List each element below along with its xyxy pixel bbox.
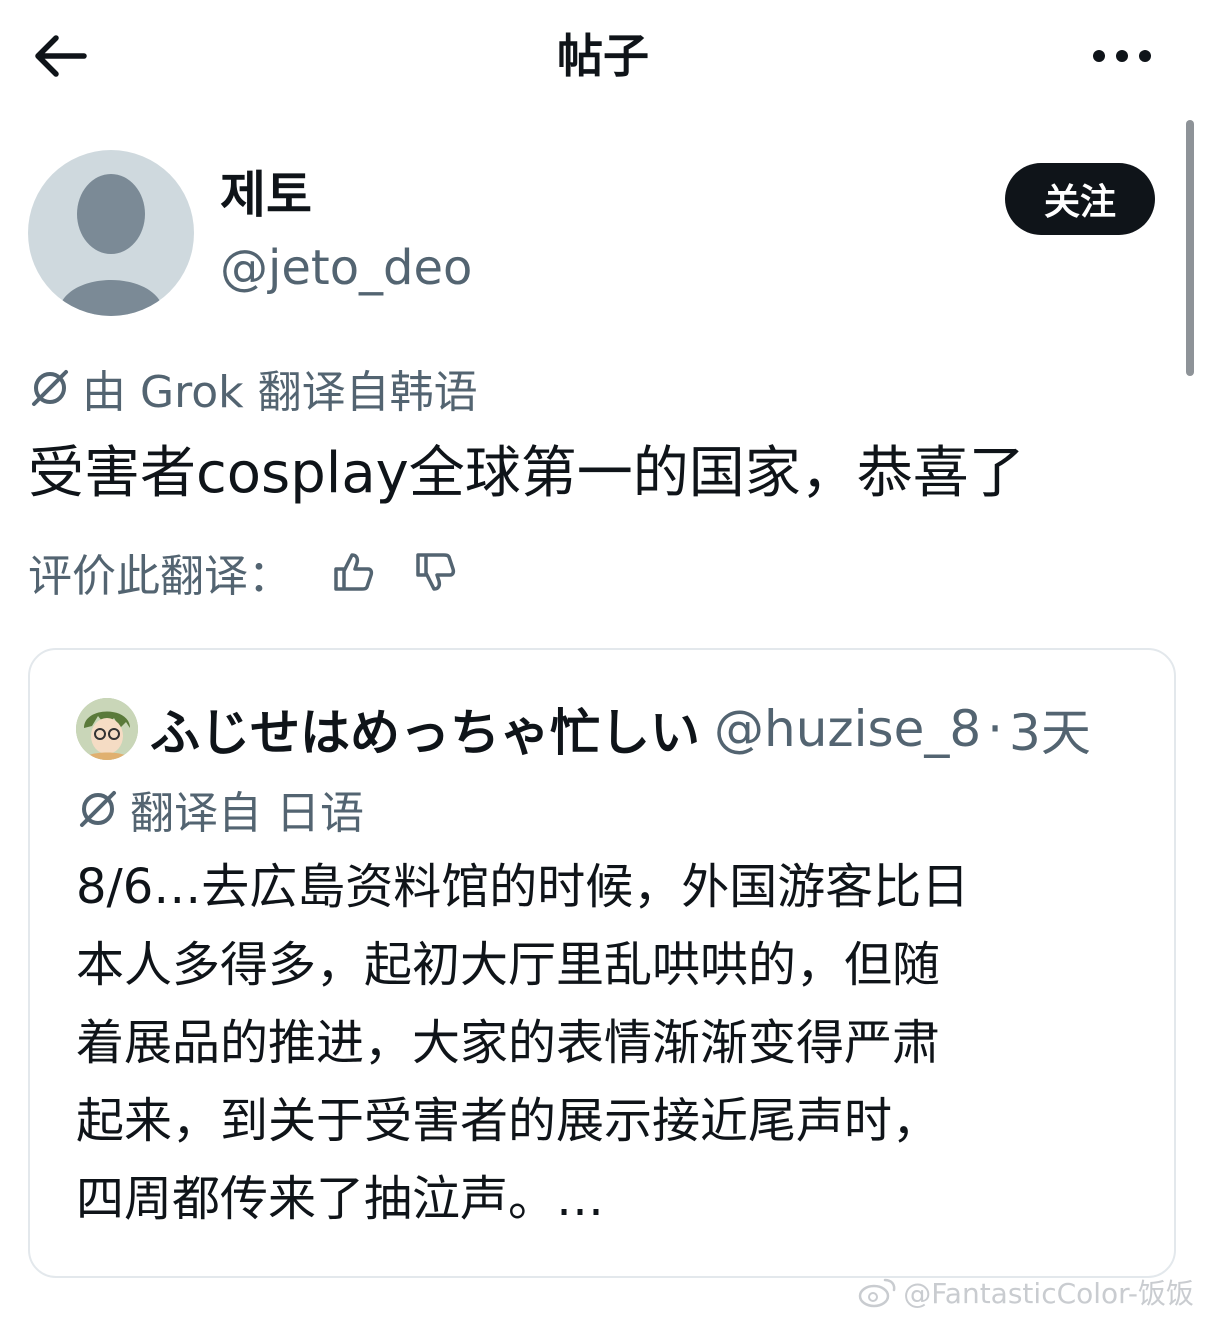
quoted-author-name[interactable]: ふじせはめっちゃ忙しい [150,693,700,765]
page-title: 帖子 [557,29,649,83]
anime-avatar-icon [76,698,138,760]
top-bar: 帖子 [0,0,1206,110]
translation-label: 由 Grok 翻译自韩语 [82,367,478,418]
scrollbar[interactable] [1186,120,1194,376]
quoted-post[interactable]: ふじせはめっちゃ忙しい @huzise_8 · 3天 翻译自 日语 8/6…去広… [28,648,1176,1278]
quoted-post-text: 8/6…去広島资料馆的时候，外国游客比日 本人多得多，起初大厅里乱哄哄的，但随 … [76,859,970,1227]
quoted-author-handle[interactable]: @huzise_8 [714,700,981,758]
default-avatar-icon [58,174,164,316]
quoted-translation-source: 翻译自 日语 [76,778,364,840]
more-button[interactable] [1082,28,1162,84]
translation-source: 由 Grok 翻译自韩语 [28,358,478,418]
quoted-timestamp[interactable]: 3天 [1009,693,1091,765]
author-name[interactable]: 제토 [220,163,312,227]
post-text: 受害者cosplay全球第一的国家，恭喜了 [28,441,1025,506]
weibo-logo-icon [859,1278,896,1308]
post-page: 帖子 제토 @jeto_deo 关注 由 Grok 翻译自韩语 受害者cospl… [0,0,1206,1319]
thumbs-up-icon[interactable] [330,549,376,595]
quoted-post-header: ふじせはめっちゃ忙しい @huzise_8 · 3天 [76,694,1091,764]
translate-icon [80,791,116,827]
more-horizontal-icon [1093,50,1151,62]
thumbs-down-icon[interactable] [412,549,458,595]
rate-label: 评价此翻译： [28,551,292,602]
follow-button[interactable]: 关注 [1005,163,1155,235]
avatar[interactable] [28,150,194,316]
translate-icon [32,370,68,406]
watermark-text: @FantasticColor-饭饭 [903,1277,1194,1310]
watermark: @FantasticColor-饭饭 [857,1272,1194,1312]
author-handle[interactable]: @jeto_deo [220,236,472,300]
rate-translation: 评价此翻译： [28,540,458,604]
separator-dot: · [987,700,1004,758]
quoted-avatar[interactable] [76,698,138,760]
quoted-translation-label: 翻译自 日语 [130,788,364,839]
